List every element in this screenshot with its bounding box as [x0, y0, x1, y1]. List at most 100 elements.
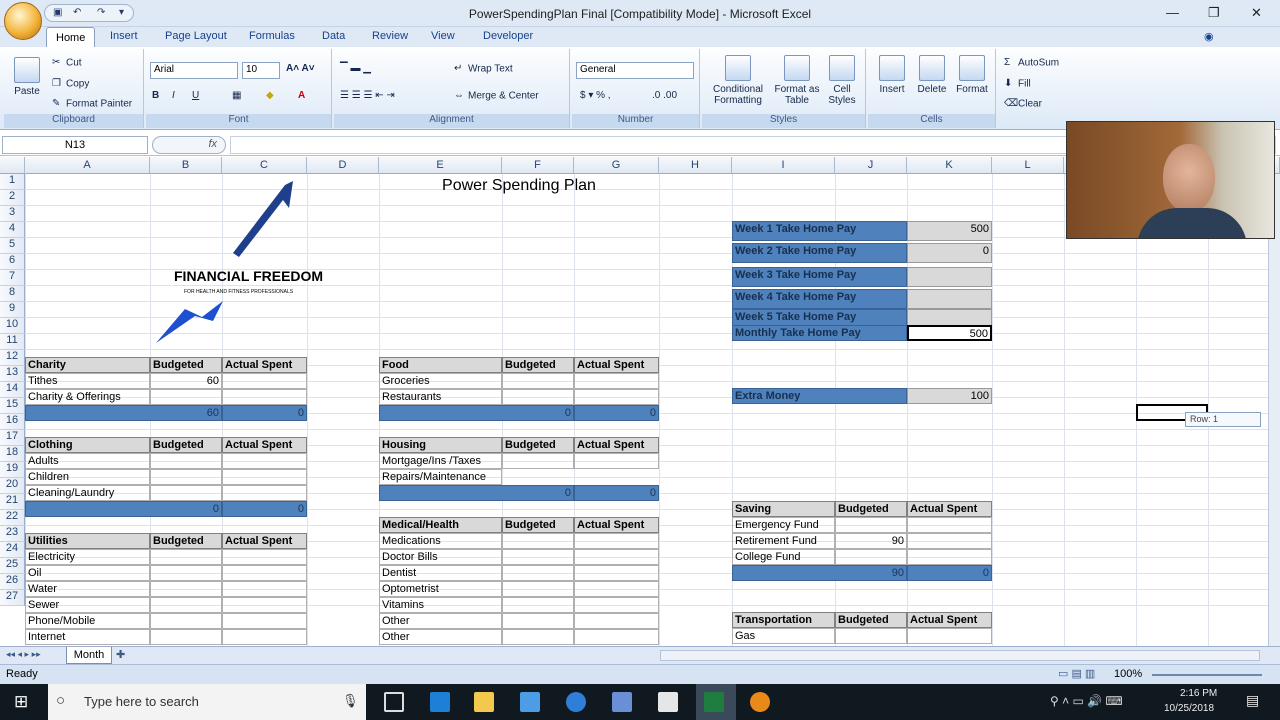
store-icon[interactable]: [520, 692, 540, 712]
medical-budgeted-cell[interactable]: [502, 629, 574, 645]
insert-sheet-icon[interactable]: ✚: [116, 648, 125, 661]
medical-actual-cell[interactable]: [574, 613, 659, 629]
saving-row[interactable]: Emergency Fund: [732, 517, 835, 533]
utilities-budgeted-cell[interactable]: [150, 581, 222, 597]
wrap-text-button[interactable]: ↵ Wrap Text: [454, 63, 513, 75]
saving-total-actual[interactable]: 0: [907, 565, 992, 581]
transportation-header[interactable]: Transportation: [732, 612, 835, 628]
saving-budgeted-cell[interactable]: 90: [835, 533, 907, 549]
windows-start-icon[interactable]: ⊞: [14, 692, 28, 712]
housing-row[interactable]: Repairs/Maintenance: [379, 469, 502, 485]
saving-total-budgeted[interactable]: 90: [732, 565, 907, 581]
tab-data[interactable]: Data: [322, 30, 345, 42]
sheet-title[interactable]: Power Spending Plan: [379, 175, 659, 197]
clothing-actual-cell[interactable]: [222, 485, 307, 501]
utilities-actual-cell[interactable]: [222, 613, 307, 629]
taskbar-search[interactable]: ○ Type here to search 🎙: [48, 684, 366, 720]
edge-icon[interactable]: [430, 692, 450, 712]
clothing-actual-cell[interactable]: [222, 469, 307, 485]
week-pay-value[interactable]: [907, 267, 992, 287]
italic-button[interactable]: I: [172, 90, 175, 101]
utilities-actual-cell[interactable]: [222, 581, 307, 597]
extra-money-value[interactable]: 100: [907, 388, 992, 404]
saving-budgeted-cell[interactable]: [835, 517, 907, 533]
clothing-header[interactable]: Clothing: [25, 437, 150, 453]
clothing-budgeted-cell[interactable]: [150, 485, 222, 501]
medical-actual-cell[interactable]: [574, 629, 659, 645]
transportation-row[interactable]: Gas: [732, 628, 835, 644]
excel-icon[interactable]: [704, 692, 724, 712]
medical-actual-cell[interactable]: [574, 533, 659, 549]
tab-home[interactable]: Home: [46, 27, 96, 48]
minimize-button[interactable]: —: [1166, 5, 1179, 20]
clear-button[interactable]: ⌫Clear: [1004, 98, 1042, 110]
clothing-row[interactable]: Children: [25, 469, 150, 485]
medical-header[interactable]: Medical/Health: [379, 517, 502, 533]
font-size-select[interactable]: 10: [242, 62, 280, 79]
food-budgeted-cell[interactable]: [502, 373, 574, 389]
saving-budgeted-cell[interactable]: [835, 549, 907, 565]
week-pay-label[interactable]: Monthly Take Home Pay: [732, 325, 907, 341]
utilities-row[interactable]: Electricity: [25, 549, 150, 565]
utilities-budgeted-cell[interactable]: [150, 565, 222, 581]
medical-budgeted-cell[interactable]: [502, 613, 574, 629]
utilities-actual-cell[interactable]: [222, 597, 307, 613]
close-button[interactable]: ✕: [1251, 5, 1262, 21]
utilities-row[interactable]: Sewer: [25, 597, 150, 613]
medical-budgeted-header[interactable]: Budgeted: [502, 517, 574, 533]
extra-money-label[interactable]: Extra Money: [732, 388, 907, 404]
clock-time[interactable]: 2:16 PM: [1180, 688, 1217, 699]
transportation-budgeted-cell[interactable]: [835, 628, 907, 644]
paste-button[interactable]: Paste: [8, 57, 46, 97]
zoom-slider[interactable]: [1152, 674, 1262, 676]
charity-budgeted-header[interactable]: Budgeted: [150, 357, 222, 373]
saving-actual-cell[interactable]: [907, 549, 992, 565]
merge-center-button[interactable]: ⇔ Merge & Center: [454, 90, 539, 102]
tab-developer[interactable]: Developer: [483, 30, 533, 42]
notification-icon[interactable]: ▤: [1246, 692, 1259, 709]
utilities-row[interactable]: Internet: [25, 629, 150, 645]
clothing-actual-cell[interactable]: [222, 453, 307, 469]
charity-row[interactable]: Charity & Offerings: [25, 389, 150, 405]
utilities-header[interactable]: Utilities: [25, 533, 150, 549]
housing-budgeted-cell[interactable]: [502, 453, 574, 469]
medical-row[interactable]: Doctor Bills: [379, 549, 502, 565]
recorder-icon[interactable]: [750, 692, 770, 712]
clock-date[interactable]: 10/25/2018: [1164, 703, 1214, 714]
currency-icon[interactable]: $ ▾ % ,: [580, 90, 611, 101]
copy-button[interactable]: ❐ Copy: [52, 78, 89, 90]
medical-actual-cell[interactable]: [574, 581, 659, 597]
medical-actual-cell[interactable]: [574, 549, 659, 565]
utilities-actual-cell[interactable]: [222, 565, 307, 581]
mail-icon[interactable]: [658, 692, 678, 712]
bold-button[interactable]: B: [152, 90, 159, 101]
housing-header[interactable]: Housing: [379, 437, 502, 453]
help-icon[interactable]: ◉: [1204, 30, 1214, 43]
transportation-budgeted-header[interactable]: Budgeted: [835, 612, 907, 628]
charity-budgeted-cell[interactable]: 60: [150, 373, 222, 389]
utilities-budgeted-header[interactable]: Budgeted: [150, 533, 222, 549]
format-as-table-button[interactable]: Format as Table: [774, 55, 820, 106]
clothing-actual-header[interactable]: Actual Spent: [222, 437, 307, 453]
food-actual-header[interactable]: Actual Spent: [574, 357, 659, 373]
housing-budgeted-header[interactable]: Budgeted: [502, 437, 574, 453]
utilities-actual-cell[interactable]: [222, 549, 307, 565]
utilities-actual-header[interactable]: Actual Spent: [222, 533, 307, 549]
align-left-icon[interactable]: ☰ ☰ ☰ ⇤ ⇥: [340, 90, 395, 101]
medical-row[interactable]: Dentist: [379, 565, 502, 581]
sheet-nav-arrows-icon[interactable]: ◂◂ ◂ ▸ ▸▸: [6, 649, 41, 660]
saving-actual-cell[interactable]: [907, 533, 992, 549]
font-color-icon[interactable]: A: [298, 90, 305, 101]
transportation-actual-cell[interactable]: [907, 628, 992, 644]
medical-row[interactable]: Optometrist: [379, 581, 502, 597]
medical-budgeted-cell[interactable]: [502, 581, 574, 597]
medical-budgeted-cell[interactable]: [502, 549, 574, 565]
grow-font-icon[interactable]: A˄ A˅: [286, 63, 315, 74]
food-row[interactable]: Groceries: [379, 373, 502, 389]
food-header[interactable]: Food: [379, 357, 502, 373]
charity-total-budgeted[interactable]: 60: [25, 405, 222, 421]
charity-actual-cell[interactable]: [222, 389, 307, 405]
align-top-icon[interactable]: ▔ ▬ ▁: [340, 63, 371, 74]
housing-total-actual[interactable]: 0: [574, 485, 659, 501]
charity-actual-header[interactable]: Actual Spent: [222, 357, 307, 373]
